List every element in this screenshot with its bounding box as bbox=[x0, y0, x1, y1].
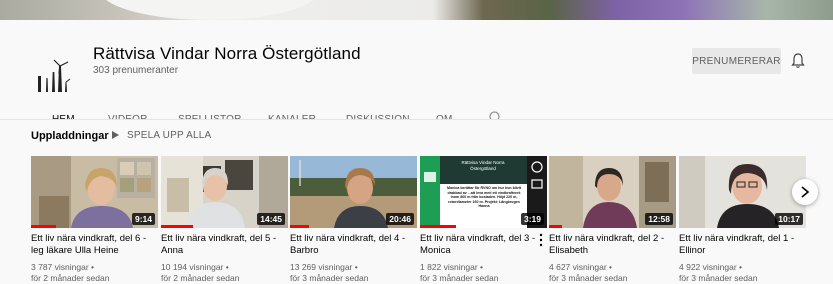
section-title[interactable]: Uppladdningar bbox=[31, 130, 109, 142]
video-card[interactable]: 20:46 Ett liv nära vindkraft, del 4 - Ba… bbox=[290, 156, 417, 284]
next-videos-button[interactable] bbox=[792, 179, 818, 205]
watch-progress bbox=[161, 225, 193, 228]
video-age: för 3 månader sedan bbox=[679, 273, 758, 283]
channel-header: Rättvisa Vindar Norra Östergötland 303 p… bbox=[0, 20, 833, 135]
video-age: för 3 månader sedan bbox=[549, 273, 628, 283]
video-duration: 14:45 bbox=[257, 213, 285, 225]
video-title[interactable]: Ett liv nära vindkraft, del 2 - Elisabet… bbox=[549, 233, 673, 257]
play-icon bbox=[112, 131, 119, 139]
watch-progress bbox=[420, 225, 456, 228]
video-age: för 2 månader sedan bbox=[31, 273, 110, 283]
watch-progress bbox=[549, 225, 562, 228]
subscribed-button[interactable]: PRENUMERERAR bbox=[692, 48, 781, 74]
video-card[interactable]: 9:14 Ett liv nära vindkraft, del 6 - leg… bbox=[31, 156, 158, 284]
video-thumbnail[interactable]: 9:14 bbox=[31, 156, 158, 228]
video-age: för 3 månader sedan bbox=[290, 273, 369, 283]
video-card[interactable]: 10:17 Ett liv nära vindkraft, del 1 - El… bbox=[679, 156, 806, 284]
watch-progress bbox=[31, 225, 57, 228]
channel-name: Rättvisa Vindar Norra Östergötland bbox=[93, 44, 361, 63]
channel-logo-icon[interactable] bbox=[32, 54, 80, 102]
video-views: 10 194 visningar • bbox=[161, 262, 229, 272]
watch-progress bbox=[290, 225, 310, 228]
video-age: för 2 månader sedan bbox=[161, 273, 240, 283]
video-duration: 20:46 bbox=[386, 213, 414, 225]
subscriber-count: 303 prenumeranter bbox=[93, 65, 179, 76]
video-views: 3 787 visningar • bbox=[31, 262, 94, 272]
video-title[interactable]: Ett liv nära vindkraft, del 6 - leg läka… bbox=[31, 233, 155, 257]
video-title[interactable]: Ett liv nära vindkraft, del 5 - Anna bbox=[161, 233, 285, 257]
video-thumbnail[interactable]: 14:45 bbox=[161, 156, 288, 228]
uploads-section: Uppladdningar SPELA UPP ALLA 9:14 Ett li… bbox=[0, 120, 833, 284]
video-duration: 3:19 bbox=[520, 213, 544, 225]
video-thumbnail[interactable]: 12:58 bbox=[549, 156, 676, 228]
video-thumbnail[interactable]: 10:17 bbox=[679, 156, 806, 228]
video-views: 1 822 visningar • bbox=[420, 262, 483, 272]
notification-bell-icon[interactable] bbox=[788, 51, 808, 71]
video-title[interactable]: Ett liv nära vindkraft, del 3 - Monica bbox=[420, 233, 544, 257]
chevron-right-icon bbox=[801, 186, 810, 198]
channel-banner bbox=[0, 0, 833, 20]
more-options-icon[interactable] bbox=[537, 233, 545, 247]
video-card[interactable]: 12:58 Ett liv nära vindkraft, del 2 - El… bbox=[549, 156, 676, 284]
slide-body-text: Monica berättar för RVNO om hur hon bliv… bbox=[446, 186, 521, 209]
video-thumbnail[interactable]: 20:46 bbox=[290, 156, 417, 228]
video-card[interactable]: 14:45 Ett liv nära vindkraft, del 5 - An… bbox=[161, 156, 288, 284]
video-duration: 9:14 bbox=[131, 213, 155, 225]
video-card[interactable]: Rättvisa Vindar Norra Östergötland Monic… bbox=[420, 156, 547, 284]
video-title[interactable]: Ett liv nära vindkraft, del 4 - Barbro bbox=[290, 233, 414, 257]
video-duration: 12:58 bbox=[645, 213, 673, 225]
play-all-button[interactable]: SPELA UPP ALLA bbox=[112, 130, 211, 141]
video-views: 4 922 visningar • bbox=[679, 262, 742, 272]
video-thumbnail[interactable]: Rättvisa Vindar Norra Östergötland Monic… bbox=[420, 156, 547, 228]
video-duration: 10:17 bbox=[775, 213, 803, 225]
slide-header-text: Rättvisa Vindar Norra Östergötland bbox=[461, 160, 505, 171]
video-title[interactable]: Ett liv nära vindkraft, del 1 - Ellinor bbox=[679, 233, 803, 257]
video-views: 4 627 visningar • bbox=[549, 262, 612, 272]
video-views: 13 269 visningar • bbox=[290, 262, 358, 272]
video-age: för 3 månader sedan bbox=[420, 273, 499, 283]
play-all-label: SPELA UPP ALLA bbox=[127, 130, 212, 141]
